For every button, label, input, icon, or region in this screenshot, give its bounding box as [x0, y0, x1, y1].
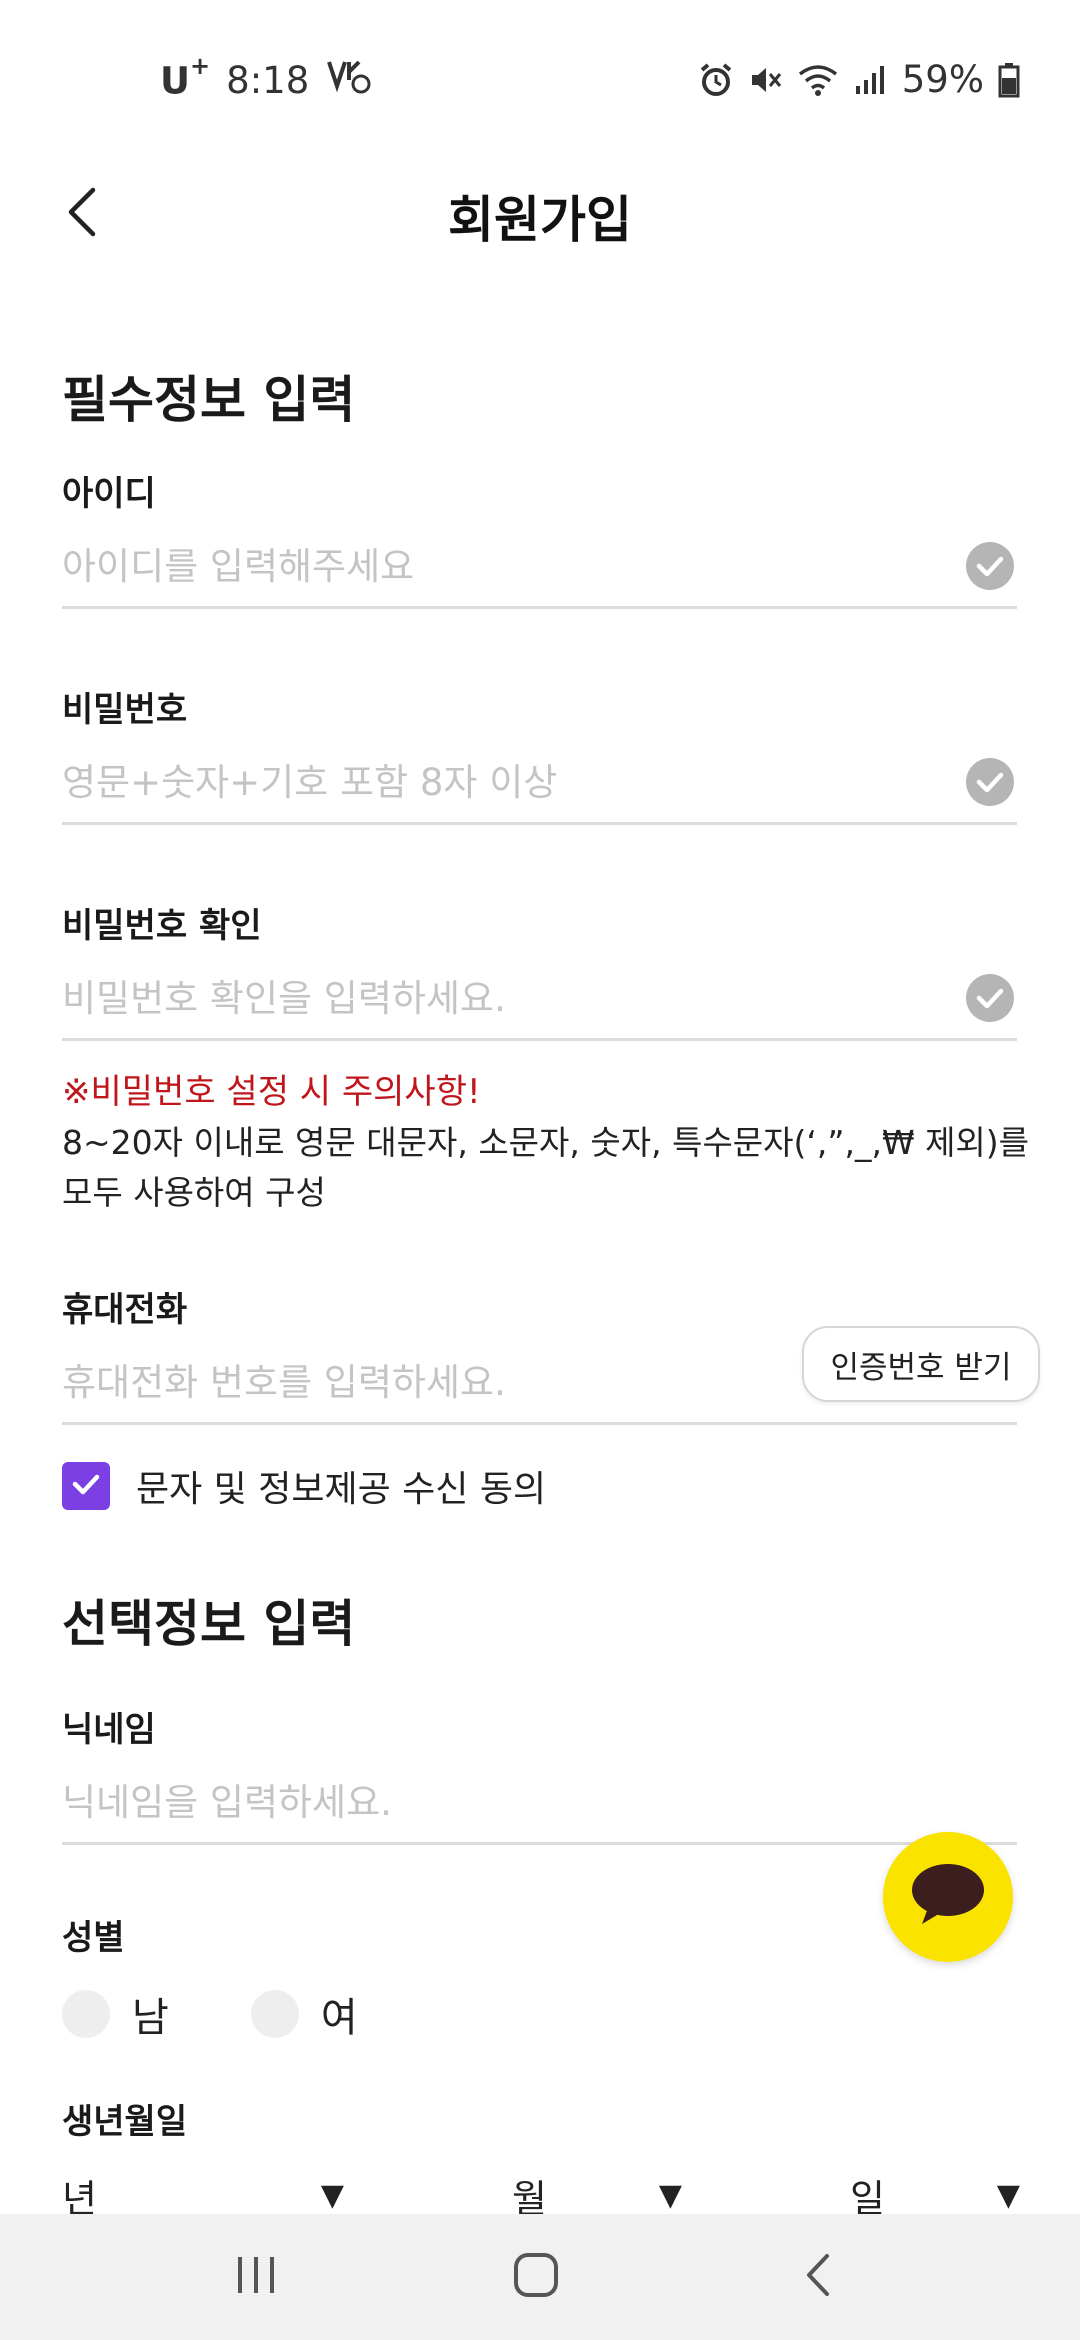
- birthdate-label: 생년월일: [62, 2102, 188, 2142]
- system-nav-bar: [0, 2214, 1080, 2340]
- wifi-icon: [798, 62, 838, 98]
- alarm-icon: [698, 62, 734, 98]
- status-bar: U+ 8:18 59%: [0, 0, 1080, 130]
- chat-bubble-icon: [908, 1862, 988, 1932]
- password-confirm-input[interactable]: [62, 958, 1017, 1041]
- status-right: 59%: [684, 58, 1020, 101]
- gender-male-label: 남: [132, 1995, 169, 2041]
- header: 회원가입: [0, 170, 1080, 260]
- check-circle-icon: [966, 542, 1014, 590]
- gender-female-label: 여: [320, 1995, 358, 2041]
- check-circle-icon: [966, 974, 1014, 1022]
- dropdown-arrow-icon: ▼: [996, 2177, 1020, 2213]
- sms-agree-checkbox[interactable]: [62, 1462, 110, 1510]
- sms-agree-label: 문자 및 정보제공 수신 동의: [136, 1469, 547, 1510]
- mute-icon: [748, 62, 784, 98]
- page-title: 회원가입: [448, 191, 632, 249]
- status-time: 8:18: [226, 59, 310, 102]
- id-input[interactable]: [62, 526, 1017, 609]
- phone-label: 휴대전화: [62, 1290, 188, 1330]
- sms-agree-row: 문자 및 정보제공 수신 동의: [62, 1460, 546, 1512]
- status-left: U+ 8:18: [160, 52, 371, 103]
- checkmark-icon: [69, 1467, 103, 1505]
- battery-percent: 59%: [901, 58, 984, 101]
- id-label: 아이디: [62, 474, 156, 514]
- optional-section-title: 선택정보 입력: [62, 1595, 356, 1653]
- dropdown-arrow-icon: ▼: [658, 2177, 682, 2213]
- required-section-title: 필수정보 입력: [62, 371, 356, 429]
- recent-apps-icon: [234, 2255, 278, 2299]
- check-circle-icon: [966, 758, 1014, 806]
- gender-radio-group: 남 여: [62, 1985, 440, 2043]
- back-icon: [803, 2252, 833, 2302]
- password-label: 비밀번호: [62, 690, 188, 730]
- password-input[interactable]: [62, 742, 1017, 825]
- signal-icon: [852, 62, 888, 98]
- gender-label: 성별: [62, 1918, 125, 1958]
- nickname-input[interactable]: [62, 1762, 1017, 1845]
- battery-icon: [998, 62, 1020, 98]
- volte-icon: [327, 58, 371, 103]
- dropdown-arrow-icon: ▼: [320, 2177, 344, 2213]
- nav-back-button[interactable]: [778, 2242, 858, 2312]
- radio-button[interactable]: [62, 1990, 110, 2038]
- password-warning-body: 8~20자 이내로 영문 대문자, 소문자, 숫자, 특수문자(‘,”,_,₩ …: [62, 1123, 1030, 1212]
- gender-female-option[interactable]: 여: [250, 1985, 358, 2043]
- gender-male-option[interactable]: 남: [62, 1985, 169, 2043]
- radio-button[interactable]: [250, 1990, 299, 2038]
- kakao-chat-button[interactable]: [883, 1832, 1013, 1962]
- verify-code-button[interactable]: 인증번호 받기: [802, 1326, 1040, 1402]
- nickname-label: 닉네임: [62, 1710, 156, 1750]
- password-warning-title: ※비밀번호 설정 시 주의사항!: [62, 1072, 481, 1112]
- password-confirm-label: 비밀번호 확인: [62, 906, 262, 946]
- home-icon: [513, 2252, 559, 2302]
- recent-apps-button[interactable]: [216, 2242, 296, 2312]
- carrier-label: U+: [160, 52, 211, 103]
- home-button[interactable]: [496, 2242, 576, 2312]
